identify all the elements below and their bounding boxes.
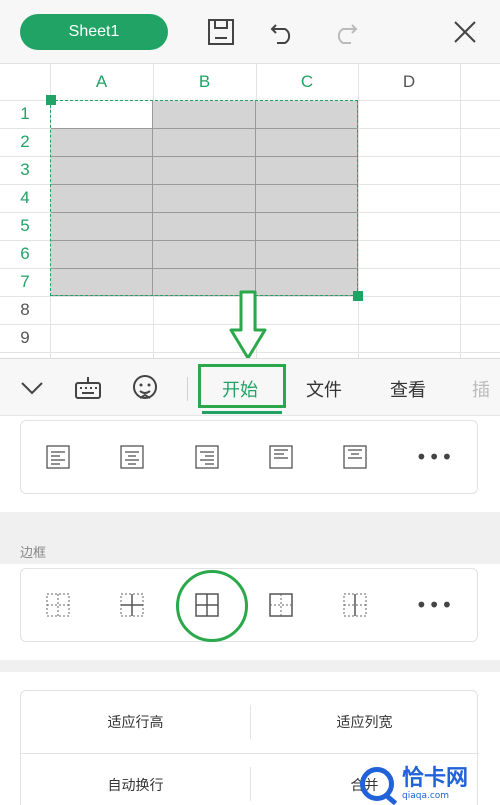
tab-start-highlight [198, 364, 286, 408]
site-watermark: 恰卡网 qiaqa.com [360, 763, 500, 805]
redo-icon[interactable] [330, 17, 360, 47]
alignment-panel: ••• [20, 420, 478, 494]
border-panel: ••• [20, 568, 478, 642]
save-icon[interactable] [206, 17, 236, 47]
column-header-a[interactable]: A [50, 64, 153, 100]
watermark-url: qiaqa.com [402, 791, 450, 801]
row-header-7[interactable]: 7 [0, 268, 50, 296]
row-header-3[interactable]: 3 [0, 156, 50, 184]
no-border-icon[interactable] [44, 591, 72, 619]
panel-divider [250, 705, 251, 739]
border-more-button[interactable]: ••• [415, 593, 453, 617]
keyboard-icon[interactable] [73, 373, 103, 403]
outer-border-icon[interactable] [267, 591, 295, 619]
ribbon-toolbar: 开始 文件 查看 插 [0, 358, 500, 416]
alignment-more-button[interactable]: ••• [415, 445, 453, 469]
row-header-6[interactable]: 6 [0, 240, 50, 268]
align-left-icon[interactable] [44, 443, 72, 471]
column-header-b[interactable]: B [153, 64, 256, 100]
align-top-icon[interactable] [267, 443, 295, 471]
align-middle-icon[interactable] [341, 443, 369, 471]
fit-column-width-button[interactable]: 适应列宽 [250, 691, 479, 753]
align-right-icon[interactable] [193, 443, 221, 471]
tab-view[interactable]: 查看 [390, 376, 426, 402]
row-header-5[interactable]: 5 [0, 212, 50, 240]
row-header-1[interactable]: 1 [0, 100, 50, 128]
all-borders-highlight-circle [176, 570, 248, 642]
watermark-title: 恰卡网 [402, 766, 469, 791]
fit-row-height-button[interactable]: 适应行高 [21, 691, 250, 753]
border-section-label: 边框 [20, 546, 47, 561]
inner-border-icon[interactable] [118, 591, 146, 619]
row-header-4[interactable]: 4 [0, 184, 50, 212]
top-bar: Sheet1 [0, 0, 500, 64]
tab-start-underline [202, 411, 282, 414]
sheet-name-button[interactable]: Sheet1 [20, 14, 168, 50]
selection-outline [50, 100, 358, 296]
close-icon[interactable] [450, 17, 480, 47]
row-header-9[interactable]: 9 [0, 324, 50, 352]
selection-handle-top-left[interactable] [46, 95, 56, 105]
annotation-arrow-icon [229, 290, 267, 360]
row-header-8[interactable]: 8 [0, 296, 50, 324]
auto-wrap-button[interactable]: 自动换行 [21, 754, 250, 805]
selection-handle-bottom-right[interactable] [353, 291, 363, 301]
tab-insert[interactable]: 插 [472, 376, 490, 402]
magnifier-logo-icon [360, 767, 394, 801]
toolbar-separator [187, 377, 188, 401]
column-header-d[interactable]: D [358, 64, 460, 100]
emoji-face-icon[interactable] [130, 373, 160, 403]
column-header-c[interactable]: C [256, 64, 358, 100]
undo-icon[interactable] [268, 17, 298, 47]
collapse-chevron-icon[interactable] [17, 373, 47, 403]
align-center-icon[interactable] [118, 443, 146, 471]
tab-file[interactable]: 文件 [306, 376, 342, 402]
row-header-2[interactable]: 2 [0, 128, 50, 156]
thick-outer-border-icon[interactable] [341, 591, 369, 619]
